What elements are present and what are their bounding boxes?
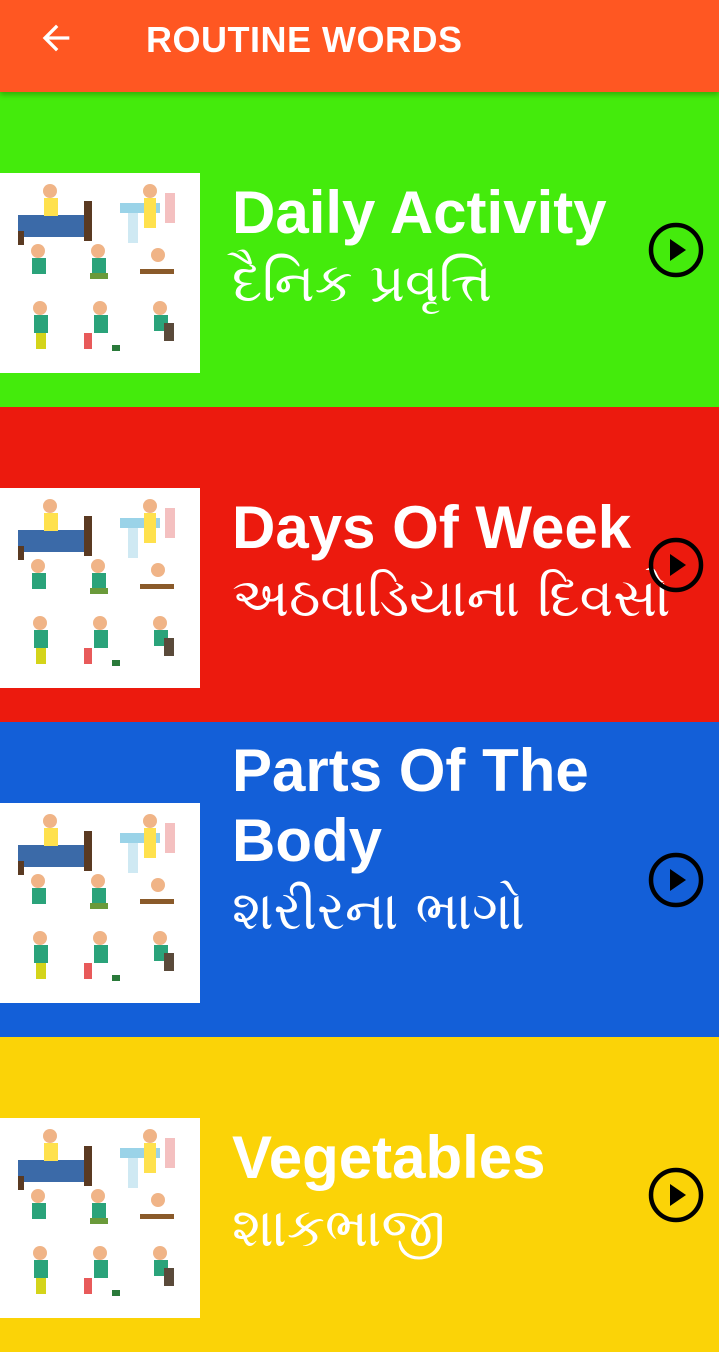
list-item-parts-of-the-body[interactable]: Parts Of The Body શરીરના ભાગો bbox=[0, 722, 719, 1037]
app-bar: ROUTINE WORDS bbox=[0, 0, 719, 92]
thumbnail-image bbox=[0, 1118, 200, 1318]
item-text: Daily Activity દૈનિક પ્રવૃત્તિ bbox=[232, 178, 652, 318]
play-circle-icon[interactable] bbox=[646, 850, 706, 910]
thumbnail-image bbox=[0, 488, 200, 688]
list-item-daily-activity[interactable]: Daily Activity દૈનિક પ્રવૃત્તિ bbox=[0, 92, 719, 407]
play-circle-icon[interactable] bbox=[646, 1165, 706, 1225]
list-item-days-of-week[interactable]: Days Of Week અઠવાડિયાના દિવસો bbox=[0, 407, 719, 722]
item-title-english: Vegetables bbox=[232, 1124, 546, 1191]
play-circle-icon[interactable] bbox=[646, 220, 706, 280]
item-title-gujarati: અઠવાડિયાના દિવસો bbox=[232, 566, 671, 629]
item-text: Vegetables શાકભાજી bbox=[232, 1123, 652, 1263]
arrow-left-icon bbox=[42, 24, 70, 52]
item-text: Parts Of The Body શરીરના ભાગો bbox=[232, 736, 632, 946]
kids-routine-illustration bbox=[0, 803, 200, 1003]
item-text: Days Of Week અઠવાડિયાના દિવસો bbox=[232, 493, 671, 633]
item-title-english: Daily Activity bbox=[232, 179, 607, 246]
thumbnail-image bbox=[0, 173, 200, 373]
thumbnail-image bbox=[0, 803, 200, 1003]
kids-routine-illustration bbox=[0, 1118, 200, 1318]
item-title-gujarati: શરીરના ભાગો bbox=[232, 879, 525, 942]
back-button[interactable] bbox=[30, 16, 82, 60]
page-title: ROUTINE WORDS bbox=[146, 19, 463, 60]
item-title-gujarati: દૈનિક પ્રવૃત્તિ bbox=[232, 251, 493, 314]
item-title-gujarati: શાકભાજી bbox=[232, 1196, 446, 1259]
kids-routine-illustration bbox=[0, 488, 200, 688]
list-item-vegetables[interactable]: Vegetables શાકભાજી bbox=[0, 1037, 719, 1352]
kids-routine-illustration bbox=[0, 173, 200, 373]
play-circle-icon[interactable] bbox=[646, 535, 706, 595]
item-title-english: Days Of Week bbox=[232, 494, 632, 561]
item-title-english: Parts Of The Body bbox=[232, 737, 589, 874]
